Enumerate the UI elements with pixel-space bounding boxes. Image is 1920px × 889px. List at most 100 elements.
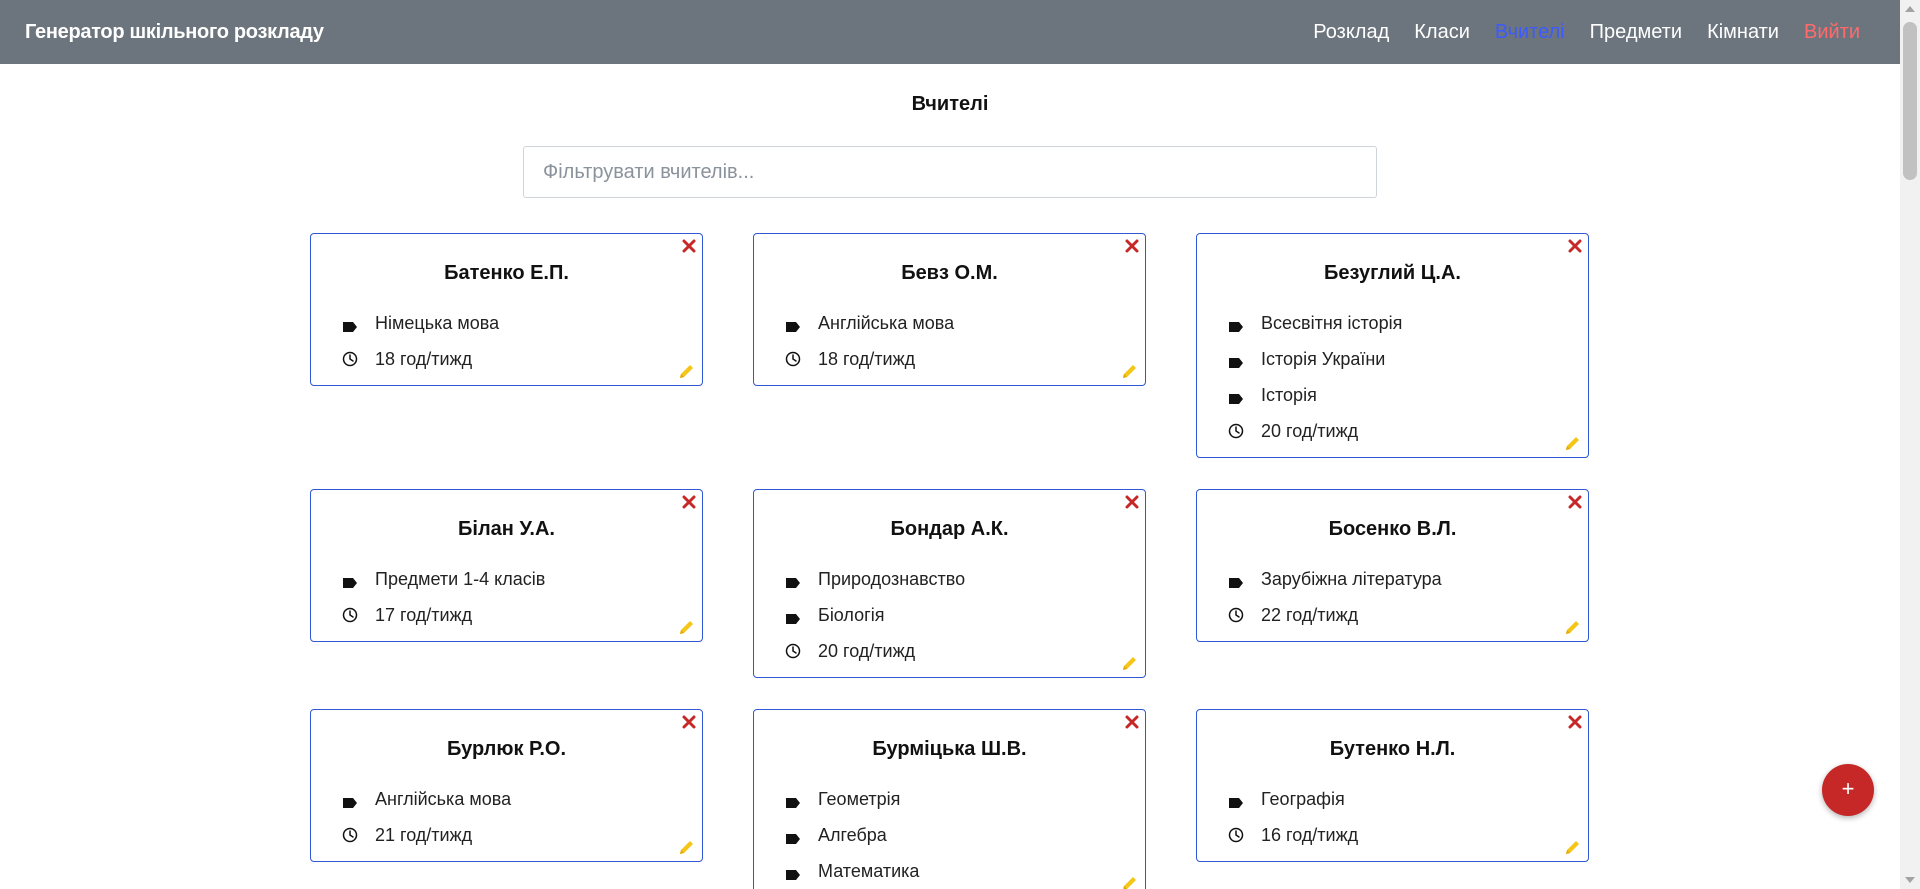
hours-label: 22 год/тижд xyxy=(1261,604,1359,625)
subject-label: Алгебра xyxy=(818,824,887,845)
nav-link-subjects[interactable]: Предмети xyxy=(1590,21,1682,44)
subject-item: Біологія xyxy=(785,597,1145,633)
edit-teacher-pencil-icon[interactable] xyxy=(1564,435,1581,452)
edit-teacher-pencil-icon[interactable] xyxy=(678,619,695,636)
subject-item: Предмети 1-4 класів xyxy=(342,561,702,597)
teacher-card: Бевз О.М. Англійська мова 18 год/тижд xyxy=(753,233,1146,386)
hours-label: 17 год/тижд xyxy=(375,604,473,625)
scroll-thumb[interactable] xyxy=(1903,22,1917,180)
subject-label: Математика xyxy=(818,860,920,881)
teacher-filter-input[interactable] xyxy=(523,146,1377,198)
subject-item: Англійська мова xyxy=(342,781,702,817)
tag-icon xyxy=(342,317,358,332)
hours-label: 18 год/тижд xyxy=(375,348,473,369)
teacher-name: Батенко Е.П. xyxy=(444,262,569,284)
delete-teacher-close-icon[interactable] xyxy=(1567,714,1583,730)
subject-label: Всесвітня історія xyxy=(1261,312,1403,333)
nav-link-rooms[interactable]: Кімнати xyxy=(1707,21,1779,44)
teacher-details: Зарубіжна література 22 год/тижд xyxy=(1197,561,1588,633)
teacher-details: Географія 16 год/тижд xyxy=(1197,781,1588,853)
teacher-details: Англійська мова 18 год/тижд xyxy=(754,305,1145,377)
hours-item: 18 год/тижд xyxy=(785,341,1145,377)
main-nav: Розклад Класи Вчителі Предмети Кімнати В… xyxy=(1288,0,1860,64)
tag-icon xyxy=(1228,317,1244,332)
subject-label: Предмети 1-4 класів xyxy=(375,568,546,589)
app-brand[interactable]: Генератор шкільного розкладу xyxy=(25,0,324,64)
tag-icon xyxy=(342,793,358,808)
delete-teacher-close-icon[interactable] xyxy=(681,494,697,510)
teacher-details: Німецька мова 18 год/тижд xyxy=(311,305,702,377)
subject-item: Історія xyxy=(1228,377,1588,413)
top-navbar: Генератор шкільного розкладу Розклад Кла… xyxy=(0,0,1900,64)
nav-link-classes[interactable]: Класи xyxy=(1414,21,1470,44)
teacher-name: Бутенко Н.Л. xyxy=(1329,738,1456,760)
page-scrollbar[interactable] xyxy=(1900,0,1920,889)
clock-icon xyxy=(342,827,358,843)
delete-teacher-close-icon[interactable] xyxy=(681,714,697,730)
teacher-name: Бондар А.К. xyxy=(890,518,1009,540)
teacher-name: Бурміцька Ш.В. xyxy=(872,738,1027,760)
subject-label: Геометрія xyxy=(818,788,901,809)
teacher-card: Білан У.А. Предмети 1-4 класів 17 год/тижд xyxy=(310,489,703,642)
teacher-name: Бевз О.М. xyxy=(901,262,998,284)
teacher-details: Англійська мова 21 год/тижд xyxy=(311,781,702,853)
hours-label: 16 год/тижд xyxy=(1261,824,1359,845)
clock-icon xyxy=(1228,607,1244,623)
edit-teacher-pencil-icon[interactable] xyxy=(1121,875,1138,889)
delete-teacher-close-icon[interactable] xyxy=(1124,714,1140,730)
clock-icon xyxy=(342,351,358,367)
subject-label: Історія України xyxy=(1261,348,1386,369)
nav-link-schedule[interactable]: Розклад xyxy=(1313,21,1389,44)
clock-icon xyxy=(1228,423,1244,439)
delete-teacher-close-icon[interactable] xyxy=(1567,494,1583,510)
teacher-details: Геометрія Алгебра Математика xyxy=(754,781,1145,889)
hours-item: 20 год/тижд xyxy=(785,633,1145,669)
subject-item: Математика xyxy=(785,853,1145,889)
clock-icon xyxy=(785,351,801,367)
edit-teacher-pencil-icon[interactable] xyxy=(1564,619,1581,636)
edit-teacher-pencil-icon[interactable] xyxy=(678,363,695,380)
teacher-details: Природознавство Біологія 20 год/тижд xyxy=(754,561,1145,669)
tag-icon xyxy=(785,829,801,844)
subject-item: Англійська мова xyxy=(785,305,1145,341)
clock-icon xyxy=(785,643,801,659)
teacher-card: Босенко В.Л. Зарубіжна література 22 год/т… xyxy=(1196,489,1589,642)
scroll-down-arrow-icon[interactable] xyxy=(1905,877,1915,883)
tag-icon xyxy=(342,573,358,588)
hours-item: 18 год/тижд xyxy=(342,341,702,377)
nav-link-teachers[interactable]: Вчителі xyxy=(1495,21,1565,44)
edit-teacher-pencil-icon[interactable] xyxy=(1564,839,1581,856)
tag-icon xyxy=(785,793,801,808)
teacher-card: Бутенко Н.Л. Географія 16 год/тижд xyxy=(1196,709,1589,862)
tag-icon xyxy=(1228,389,1244,404)
add-teacher-button[interactable]: + xyxy=(1822,764,1874,816)
teacher-card: Безуглий Ц.А. Всесвітня історія Історія Ук… xyxy=(1196,233,1589,458)
subject-label: Англійська мова xyxy=(375,788,512,809)
subject-item: Всесвітня історія xyxy=(1228,305,1588,341)
hours-label: 20 год/тижд xyxy=(1261,420,1359,441)
delete-teacher-close-icon[interactable] xyxy=(681,238,697,254)
logout-link[interactable]: Вийти xyxy=(1804,21,1860,44)
hours-label: 18 год/тижд xyxy=(818,348,916,369)
delete-teacher-close-icon[interactable] xyxy=(1124,238,1140,254)
delete-teacher-close-icon[interactable] xyxy=(1567,238,1583,254)
teacher-card: Бурміцька Ш.В. Геометрія Алгебра Математика xyxy=(753,709,1146,889)
edit-teacher-pencil-icon[interactable] xyxy=(678,839,695,856)
subject-label: Англійська мова xyxy=(818,312,955,333)
tag-icon xyxy=(1228,353,1244,368)
edit-teacher-pencil-icon[interactable] xyxy=(1121,363,1138,380)
subject-item: Зарубіжна література xyxy=(1228,561,1588,597)
teacher-card: Бурлюк Р.О. Англійська мова 21 год/тижд xyxy=(310,709,703,862)
edit-teacher-pencil-icon[interactable] xyxy=(1121,655,1138,672)
teacher-name: Бурлюк Р.О. xyxy=(446,738,567,760)
teacher-card: Батенко Е.П. Німецька мова 18 год/тижд xyxy=(310,233,703,386)
teacher-details: Всесвітня історія Історія України Історія 2… xyxy=(1197,305,1588,449)
subject-label: Природознавство xyxy=(818,568,966,589)
teacher-name: Босенко В.Л. xyxy=(1328,518,1457,540)
hours-item: 21 год/тижд xyxy=(342,817,702,853)
subject-label: Німецька мова xyxy=(375,312,500,333)
subject-item: Природознавство xyxy=(785,561,1145,597)
teacher-card: Бондар А.К. Природознавство Біологія 20 год… xyxy=(753,489,1146,678)
scroll-up-arrow-icon[interactable] xyxy=(1905,6,1915,12)
delete-teacher-close-icon[interactable] xyxy=(1124,494,1140,510)
